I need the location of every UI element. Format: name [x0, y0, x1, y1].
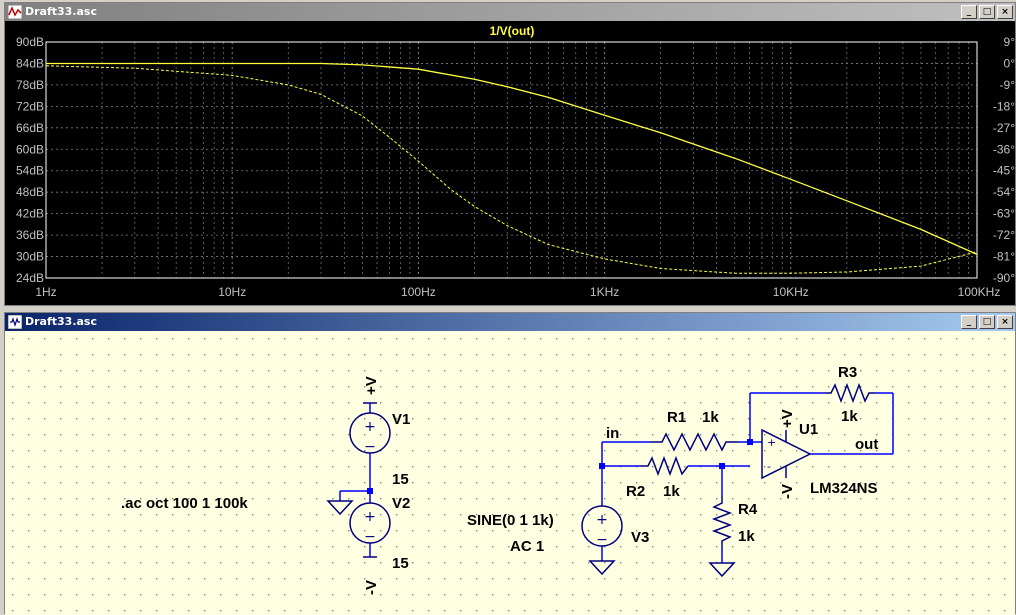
ac-directive[interactable]: .ac oct 100 1 100k [121, 495, 248, 512]
right-axis-ticks: 9° 0° -9° -18° -27° -36° -45° -54° -63° -72° -81° -… [993, 35, 1015, 285]
x-axis-tick-label: 100KHz [958, 285, 1001, 299]
left-axis-tick-label: 42dB [16, 207, 44, 221]
r2-value[interactable]: 1k [663, 483, 680, 500]
u1-model[interactable]: LM324NS [810, 480, 878, 497]
r3-name[interactable]: R3 [838, 364, 857, 381]
schematic-app-icon [8, 315, 22, 329]
left-axis-tick-label: 48dB [16, 185, 44, 199]
trace-label[interactable]: 1/V(out) [490, 24, 535, 38]
schematic-window: Draft33.asc _ □ × +V + − V1 15 + − V2 15… [4, 312, 1016, 615]
minimize-button[interactable]: _ [961, 315, 977, 329]
close-button[interactable]: × [997, 315, 1013, 329]
left-axis-tick-label: 66dB [16, 121, 44, 135]
junction [599, 463, 605, 469]
left-axis-ticks: 90dB 84dB 78dB 72dB 66dB 60dB 54dB 48dB 42dB 36dB… [16, 35, 44, 285]
opamp-plus-supply[interactable]: +V [779, 409, 796, 428]
left-axis-tick-label: 24dB [16, 271, 44, 285]
v2-value[interactable]: 15 [392, 555, 409, 572]
left-axis-tick-label: 36dB [16, 228, 44, 242]
left-axis-tick-label: 90dB [16, 35, 44, 49]
junction [367, 488, 373, 494]
opamp-plus-pin: + [767, 436, 776, 449]
plot-window-titlebar[interactable]: Draft33.asc _ □ × [5, 3, 1015, 21]
plus-sign: + [364, 419, 376, 435]
right-axis-tick-label: -90° [993, 271, 1015, 285]
r4-name[interactable]: R4 [738, 501, 758, 518]
r2-name[interactable]: R2 [626, 483, 645, 500]
schematic-window-titlebar[interactable]: Draft33.asc _ □ × [5, 313, 1015, 331]
minus-sign: − [364, 439, 376, 455]
schematic-canvas[interactable]: +V + − V1 15 + − V2 15 -V .ac oct 100 1 … [5, 331, 1015, 615]
minus-sign: − [596, 532, 608, 548]
waveform-app-icon [8, 5, 22, 19]
right-axis-tick-label: -18° [993, 99, 1015, 113]
plot-window-title: Draft33.asc [25, 5, 97, 18]
plot-window: Draft33.asc _ □ × 1/V(out) 90dB 84dB 78dB 7… [4, 2, 1016, 306]
net-label: -V [363, 580, 380, 595]
v1-value[interactable]: 15 [392, 471, 409, 488]
magnitude-trace[interactable] [46, 62, 978, 255]
u1-name[interactable]: U1 [799, 421, 818, 438]
v1-name[interactable]: V1 [392, 411, 410, 428]
left-axis-tick-label: 78dB [16, 78, 44, 92]
plus-sign: + [364, 509, 376, 525]
right-axis-tick-label: -72° [993, 228, 1015, 242]
right-axis-tick-label: -9° [1000, 78, 1015, 92]
right-axis-tick-label: -27° [993, 121, 1015, 135]
opamp-minus-supply[interactable]: -V [779, 484, 796, 499]
x-axis-ticks: 1Hz 10Hz 100Hz 1KHz 10KHz 100KHz [35, 285, 1000, 299]
plot-grid [45, 41, 977, 279]
junction [747, 439, 753, 445]
plot-traces [45, 62, 978, 274]
schematic-drawing[interactable]: +V + − V1 15 + − V2 15 -V .ac oct 100 1 … [5, 331, 1015, 615]
net-label: +V [363, 376, 380, 395]
r1-name[interactable]: R1 [667, 409, 686, 426]
right-axis-tick-label: -81° [993, 250, 1015, 264]
net-label-out[interactable]: out [855, 436, 878, 453]
r3-value[interactable]: 1k [841, 408, 858, 425]
v2-name[interactable]: V2 [392, 495, 410, 512]
maximize-button[interactable]: □ [979, 315, 995, 329]
v3-name[interactable]: V3 [631, 529, 649, 546]
grid-dots [5, 331, 1015, 615]
x-axis-tick-label: 10Hz [218, 285, 246, 299]
left-axis-tick-label: 30dB [16, 250, 44, 264]
opamp-minus-pin: - [767, 460, 771, 473]
left-axis-tick-label: 60dB [16, 142, 44, 156]
x-axis-tick-label: 10KHz [773, 285, 809, 299]
left-axis-tick-label: 72dB [16, 99, 44, 113]
right-axis-tick-label: -63° [993, 207, 1015, 221]
plus-sign: + [596, 512, 608, 528]
x-axis-tick-label: 1Hz [35, 285, 56, 299]
maximize-button[interactable]: □ [979, 5, 995, 19]
minus-sign: − [364, 529, 376, 545]
net-label-in[interactable]: in [606, 425, 619, 442]
plot-pane[interactable]: 1/V(out) 90dB 84dB 78dB 72dB 66dB 60dB 54dB 48d… [5, 21, 1015, 305]
junction [719, 463, 725, 469]
plot-frame [45, 41, 978, 279]
v3-value-line1[interactable]: SINE(0 1 1k) [467, 512, 554, 529]
bode-plot[interactable]: 1/V(out) 90dB 84dB 78dB 72dB 66dB 60dB 54dB 48d… [5, 21, 1015, 305]
v3-value-line2[interactable]: AC 1 [510, 538, 544, 555]
right-axis-tick-label: -45° [993, 164, 1015, 178]
right-axis-tick-label: 0° [1004, 56, 1015, 70]
right-axis-tick-label: -36° [993, 142, 1015, 156]
r1-value[interactable]: 1k [702, 409, 719, 426]
schematic-window-title: Draft33.asc [25, 315, 97, 328]
left-axis-tick-label: 54dB [16, 164, 44, 178]
close-button[interactable]: × [997, 5, 1013, 19]
r4-value[interactable]: 1k [738, 528, 755, 545]
phase-trace[interactable] [45, 65, 978, 274]
right-axis-tick-label: 9° [1004, 35, 1015, 49]
right-axis-tick-label: -54° [993, 185, 1015, 199]
x-axis-tick-label: 100Hz [401, 285, 436, 299]
left-axis-tick-label: 84dB [16, 56, 44, 70]
minimize-button[interactable]: _ [961, 5, 977, 19]
x-axis-tick-label: 1KHz [590, 285, 619, 299]
